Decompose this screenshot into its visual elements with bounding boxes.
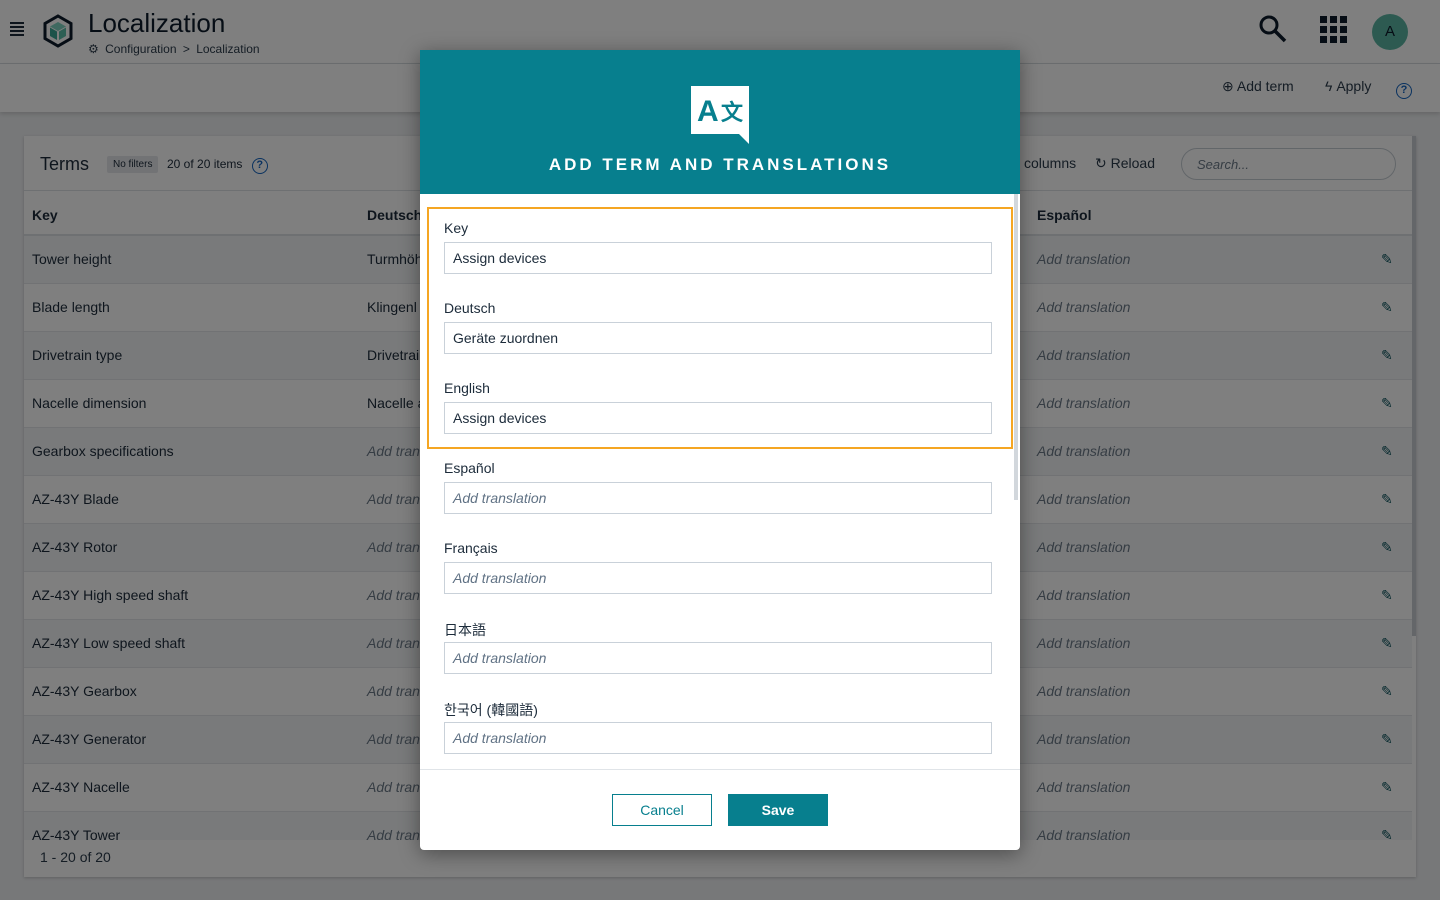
field-label: English [444, 380, 490, 396]
translation-input[interactable]: Assign devices [444, 402, 992, 434]
field-label: Key [444, 220, 469, 236]
save-button[interactable]: Save [728, 794, 828, 826]
translation-input[interactable]: Geräte zuordnen [444, 322, 992, 354]
dialog-title: ADD TERM AND TRANSLATIONS [548, 155, 892, 174]
field-4: Français Add translation [444, 540, 992, 594]
field-2: English Assign devices [444, 380, 992, 434]
field-label: Français [444, 540, 498, 556]
add-term-dialog: A文 ADD TERM AND TRANSLATIONS Key Assign … [420, 50, 1020, 850]
dialog-scrollbar[interactable] [1014, 194, 1018, 500]
field-label: 日本語 [444, 622, 486, 638]
field-label: 한국어 (韓國語) [444, 702, 538, 718]
translation-input[interactable]: Add translation [444, 482, 992, 514]
translation-input[interactable]: Add translation [444, 562, 992, 594]
dialog-body: Key Assign devices Deutsch Geräte zuordne… [420, 194, 1020, 770]
svg-text:文: 文 [721, 100, 744, 126]
field-label: Deutsch [444, 300, 496, 316]
translation-input[interactable]: Add translation [444, 722, 992, 754]
field-3: Español Add translation [444, 460, 992, 514]
field-1: Deutsch Geräte zuordnen [444, 300, 992, 354]
field-5: 日本語 Add translation [444, 620, 992, 674]
cancel-button[interactable]: Cancel [612, 794, 712, 826]
translate-icon: A文 [691, 86, 749, 144]
field-6: 한국어 (韓國語) Add translation [444, 700, 992, 754]
field-label: Español [444, 460, 495, 476]
translation-input[interactable]: Assign devices [444, 242, 992, 274]
field-0: Key Assign devices [444, 220, 992, 274]
svg-text:A: A [697, 95, 719, 128]
dialog-header: A文 ADD TERM AND TRANSLATIONS [420, 50, 1020, 194]
translation-input[interactable]: Add translation [444, 642, 992, 674]
